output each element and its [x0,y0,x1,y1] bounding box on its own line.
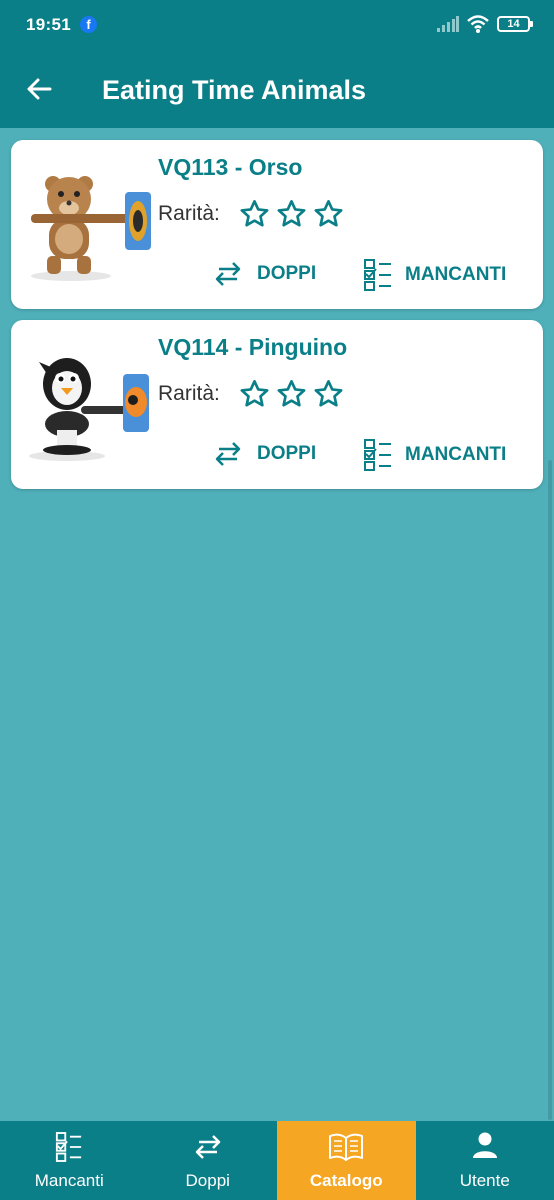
swap-arrows-icon [215,262,241,286]
nav-item-doppi[interactable]: Doppi [139,1121,278,1200]
star-outline-icon[interactable] [312,378,345,410]
doppi-button[interactable]: DOPPI [211,258,316,290]
page-title: Eating Time Animals [102,75,367,105]
wifi-icon [467,15,489,33]
nav-label: Catalogo [309,1171,383,1190]
doppi-label: DOPPI [257,443,317,464]
back-arrow-icon[interactable] [24,74,54,104]
rarity-label: Rarità: [158,382,220,405]
nav-item-utente[interactable]: Utente [416,1121,554,1200]
bottom-navigation: Mancanti Doppi Catalogo Utente [0,1121,554,1200]
star-outline-icon[interactable] [312,198,345,230]
swap-arrows-icon [195,1135,220,1159]
mancanti-button[interactable]: MANCANTI [363,438,506,472]
swap-arrows-icon [215,442,241,466]
rarity-stars [238,198,345,230]
status-bar: 19:51 f 14 [0,0,554,50]
figure-card[interactable]: VQ113 - Orso Rarità: DOPPI MANCANTI [11,140,543,309]
checklist-icon [364,259,391,291]
nav-label: Mancanti [34,1171,104,1190]
bear-figure-image [31,176,151,281]
figure-title[interactable]: VQ113 - Orso [158,154,302,181]
mancanti-button[interactable]: MANCANTI [363,258,506,292]
mancanti-label: MANCANTI [405,264,507,285]
signal-icon [437,16,459,32]
penguin-figure-image [29,358,149,461]
app-bar: Eating Time Animals [0,50,554,128]
star-outline-icon[interactable] [275,378,308,410]
rarity-stars [238,378,345,410]
book-icon [329,1133,364,1161]
status-time: 19:51 [26,15,71,34]
star-outline-icon[interactable] [238,378,271,410]
user-icon [472,1132,497,1158]
mancanti-label: MANCANTI [405,444,507,465]
nav-label: Utente [459,1171,510,1190]
doppi-button[interactable]: DOPPI [211,438,316,470]
checklist-icon [56,1132,82,1162]
facebook-icon: f [80,16,97,33]
scrollbar[interactable] [548,460,552,1120]
star-outline-icon[interactable] [238,198,271,230]
star-outline-icon[interactable] [275,198,308,230]
nav-label: Doppi [185,1171,230,1190]
checklist-icon [364,439,391,471]
nav-item-catalogo[interactable]: Catalogo [277,1121,416,1200]
doppi-label: DOPPI [257,263,317,284]
nav-item-mancanti[interactable]: Mancanti [0,1121,139,1200]
rarity-label: Rarità: [158,202,220,225]
figure-title[interactable]: VQ114 - Pinguino [158,334,347,361]
battery-icon: 14 [497,16,533,32]
figure-card[interactable]: VQ114 - Pinguino Rarità: DOPPI MANCANTI [11,320,543,489]
